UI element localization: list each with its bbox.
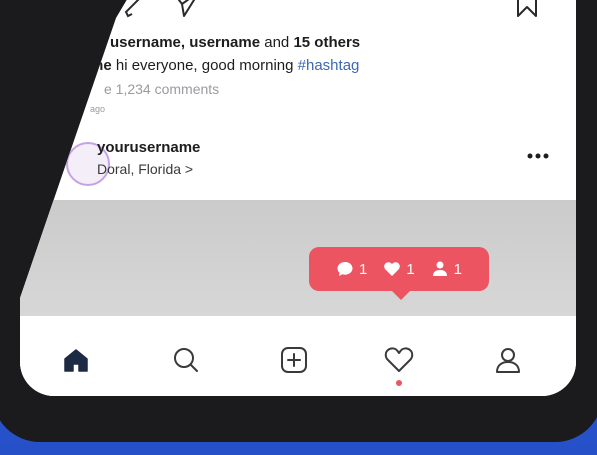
likes-and: and xyxy=(264,34,290,51)
user-icon xyxy=(432,261,447,276)
add-icon xyxy=(281,347,307,373)
comment-icon[interactable] xyxy=(122,0,150,20)
caption-text: hi everyone, good morning xyxy=(115,57,294,74)
post-photo[interactable] xyxy=(20,200,576,316)
activity-indicator-dot xyxy=(396,380,402,386)
tab-profile[interactable] xyxy=(492,344,524,376)
post-location[interactable]: Doral, Florida > xyxy=(97,161,193,177)
view-comments-link[interactable]: e 1,234 comments xyxy=(104,81,219,97)
notification-likes-count: 1 xyxy=(406,260,415,278)
notification-follows: 1 xyxy=(431,260,462,278)
activity-notification-bubble[interactable]: 1 1 1 xyxy=(309,247,489,300)
likes-usernames: username, username xyxy=(110,34,261,51)
heart-icon xyxy=(384,347,414,372)
caption-hashtag[interactable]: #hashtag xyxy=(298,57,360,74)
search-icon xyxy=(174,348,198,372)
likes-summary[interactable]: username, username and 15 others xyxy=(110,34,360,51)
more-icon[interactable] xyxy=(526,152,550,160)
likes-count: 15 others xyxy=(293,34,361,51)
post-timestamp: ago xyxy=(90,104,106,114)
caption-username: me xyxy=(90,57,112,74)
tab-add-post[interactable] xyxy=(278,344,310,376)
notification-comments-count: 1 xyxy=(358,260,368,278)
notification-follows-count: 1 xyxy=(453,260,463,278)
phone-frame: username, username and 15 others me hi e… xyxy=(0,0,597,442)
home-icon xyxy=(64,349,88,372)
notification-comments: 1 xyxy=(336,260,367,278)
phone-screen: username, username and 15 others me hi e… xyxy=(20,0,576,396)
heart-filled-icon xyxy=(384,262,401,276)
notification-likes: 1 xyxy=(383,260,415,278)
bottom-tab-bar xyxy=(20,316,576,396)
post-header: yourusername Doral, Florida > xyxy=(20,124,576,188)
bookmark-icon[interactable] xyxy=(515,0,539,18)
profile-icon xyxy=(496,348,520,373)
send-icon[interactable] xyxy=(170,0,202,20)
tab-activity[interactable] xyxy=(383,344,415,376)
tab-home[interactable] xyxy=(60,344,92,376)
tab-search[interactable] xyxy=(170,344,202,376)
comment-bubble-icon xyxy=(337,262,353,276)
post-caption: me hi everyone, good morning #hashtag xyxy=(90,57,359,74)
post-username[interactable]: yourusername xyxy=(97,139,200,156)
